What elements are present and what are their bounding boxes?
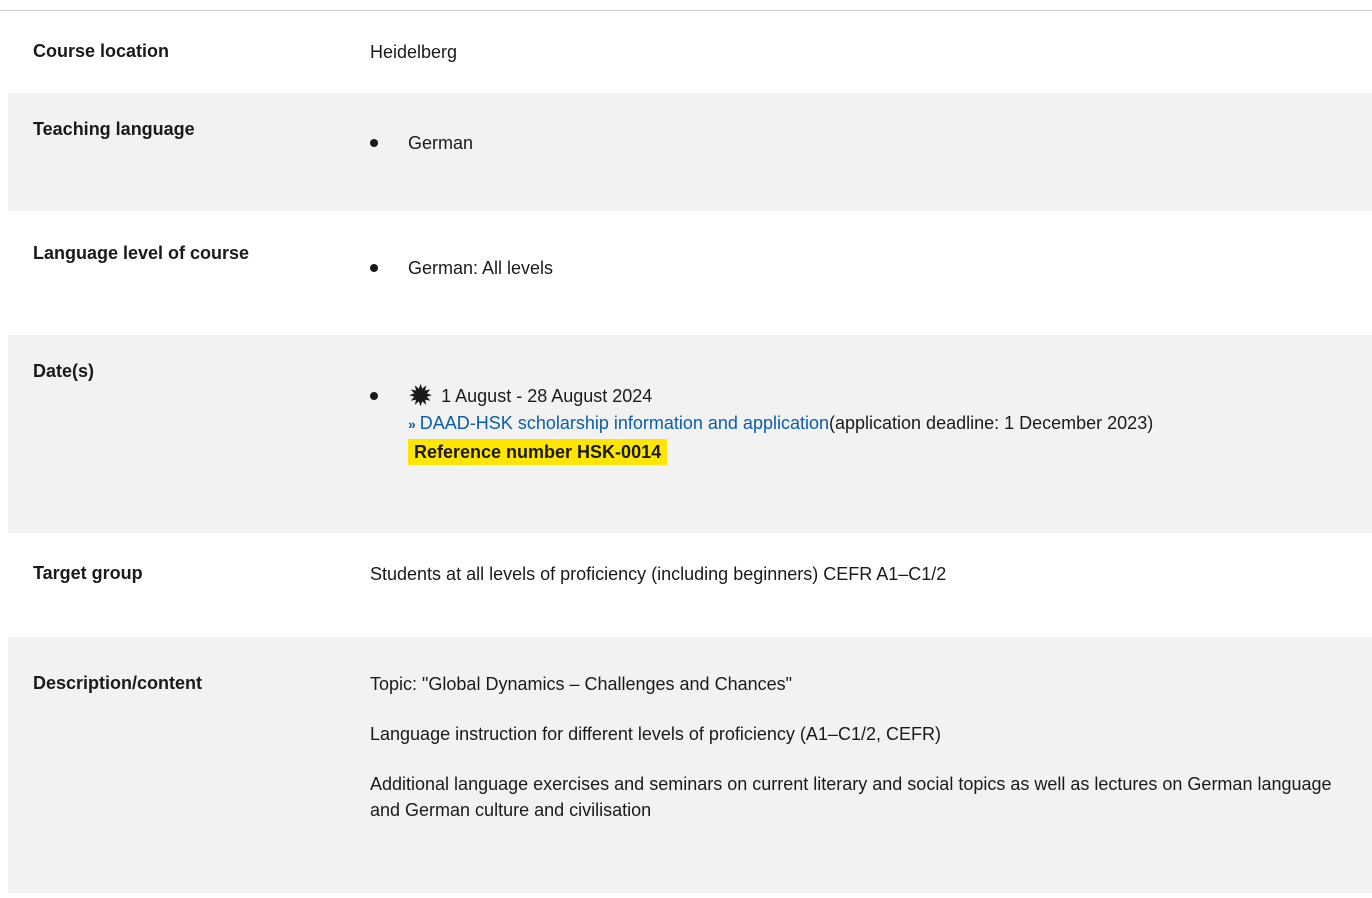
teaching-language-label: Teaching language	[33, 119, 195, 139]
double-chevron-right-icon: »	[408, 416, 416, 432]
description-paragraph: Topic: "Global Dynamics – Challenges and…	[370, 674, 792, 694]
row-language-level: Language level of course German: All lev…	[8, 211, 1372, 335]
scholarship-line: » DAAD-HSK scholarship information and ap…	[408, 410, 1153, 437]
course-location-value: Heidelberg	[370, 42, 458, 62]
reference-number-badge: Reference number HSK-0014	[408, 439, 668, 465]
description-paragraph: Additional language exercises and semina…	[370, 774, 1332, 820]
language-level-label: Language level of course	[33, 243, 250, 263]
date-range: 1 August - 28 August 2024	[441, 386, 653, 406]
row-dates: Date(s) ✹ 1 August - 28 August 2024 » DAAD…	[8, 335, 1372, 533]
row-description: Description/content Topic: "Global Dynam…	[8, 637, 1372, 893]
row-course-location: Course location Heidelberg	[8, 11, 1372, 93]
list-item: German	[370, 130, 473, 156]
date-list-item: ✹ 1 August - 28 August 2024 » DAAD-HSK sch…	[370, 380, 1153, 465]
sun-icon: ✹	[408, 380, 434, 413]
target-group-label: Target group	[33, 563, 143, 583]
course-details-table: Course location Heidelberg Teaching lang…	[8, 11, 1372, 893]
scholarship-link[interactable]: DAAD-HSK scholarship information and app…	[420, 413, 829, 433]
description-label: Description/content	[33, 673, 203, 693]
course-location-label: Course location	[33, 41, 170, 61]
dates-list: ✹ 1 August - 28 August 2024 » DAAD-HSK sch…	[370, 380, 1153, 465]
deadline-text: (application deadline: 1 December 2023)	[829, 413, 1154, 433]
date-line: ✹ 1 August - 28 August 2024	[408, 380, 1153, 413]
row-target-group: Target group Students at all levels of p…	[8, 533, 1372, 637]
row-teaching-language: Teaching language German	[8, 93, 1372, 211]
description-content: Topic: "Global Dynamics – Challenges and…	[370, 671, 1350, 823]
teaching-language-list: German	[370, 130, 473, 156]
dates-label: Date(s)	[33, 361, 95, 381]
list-item: German: All levels	[370, 255, 553, 281]
target-group-value: Students at all levels of proficiency (i…	[370, 564, 947, 584]
language-level-list: German: All levels	[370, 255, 553, 281]
description-paragraph: Language instruction for different level…	[370, 724, 941, 744]
